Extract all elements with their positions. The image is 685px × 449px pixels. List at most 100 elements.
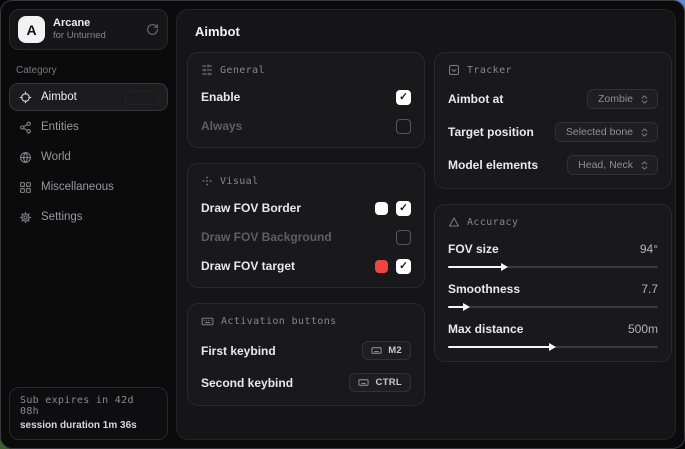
setting-row-second-keybind: Second keybind CTRL xyxy=(201,373,411,392)
screen: A Arcane for Unturned Category Aimbot xyxy=(0,0,685,449)
setting-row-first-keybind: First keybind M2 xyxy=(201,341,411,360)
fov-border-color-swatch[interactable] xyxy=(375,202,388,215)
activation-card: Activation buttons First keybind M2 xyxy=(187,303,425,406)
first-keybind-button[interactable]: M2 xyxy=(362,341,411,360)
sidebar-item-label: Miscellaneous xyxy=(41,181,114,193)
chevrons-up-down-icon xyxy=(639,127,650,138)
sidebar: A Arcane for Unturned Category Aimbot xyxy=(1,1,176,448)
max-distance-value: 500m xyxy=(628,322,658,336)
right-column: Tracker Aimbot at Zombie xyxy=(434,52,672,362)
setting-label: First keybind xyxy=(201,344,276,358)
target-position-select[interactable]: Selected bone xyxy=(555,122,658,142)
gear-icon xyxy=(19,211,32,224)
max-distance-slider[interactable] xyxy=(448,346,658,348)
setting-label: Second keybind xyxy=(201,376,293,390)
slider-fill xyxy=(448,306,464,308)
setting-label: Max distance xyxy=(448,322,523,336)
keyboard-icon xyxy=(358,377,369,388)
grid-icon xyxy=(19,181,32,194)
left-column: General Enable ✓ Always xyxy=(187,52,425,406)
accuracy-card: Accuracy FOV size 94° xyxy=(434,204,672,362)
always-checkbox[interactable] xyxy=(396,119,411,134)
setting-label: Draw FOV target xyxy=(201,259,295,273)
model-elements-select[interactable]: Head, Neck xyxy=(567,155,658,175)
setting-row-model-elements: Model elements Head, Neck xyxy=(448,155,658,175)
chevrons-up-down-icon xyxy=(639,94,650,105)
entities-icon xyxy=(19,121,32,134)
smoothness-slider[interactable] xyxy=(448,306,658,308)
tracker-card: Tracker Aimbot at Zombie xyxy=(434,52,672,189)
fov-target-checkbox[interactable]: ✓ xyxy=(396,259,411,274)
keyboard-icon xyxy=(201,315,214,328)
brand-subtitle: for Unturned xyxy=(53,30,138,42)
keybind-value: CTRL xyxy=(375,377,402,388)
square-chevron-icon xyxy=(448,64,460,76)
brand-card: A Arcane for Unturned xyxy=(9,9,168,50)
dots-icon xyxy=(201,175,213,187)
setting-label: Enable xyxy=(201,90,240,104)
globe-icon xyxy=(19,151,32,164)
second-keybind-button[interactable]: CTRL xyxy=(349,373,411,392)
setting-row-fov-border: Draw FOV Border ✓ xyxy=(201,200,411,216)
brand-title: Arcane xyxy=(53,17,138,31)
sidebar-item-label: Aimbot xyxy=(41,91,77,103)
general-card: General Enable ✓ Always xyxy=(187,52,425,148)
sidebar-item-label: World xyxy=(41,151,71,163)
activation-header: Activation buttons xyxy=(221,316,337,327)
sidebar-item-world[interactable]: World xyxy=(9,143,168,171)
fov-size-slider[interactable] xyxy=(448,266,658,268)
sidebar-item-settings[interactable]: Settings xyxy=(9,203,168,231)
setting-label: Smoothness xyxy=(448,282,520,296)
fov-border-checkbox[interactable]: ✓ xyxy=(396,201,411,216)
refresh-icon[interactable] xyxy=(146,23,159,36)
sidebar-item-entities[interactable]: Entities xyxy=(9,113,168,141)
slider-fill xyxy=(448,266,502,268)
select-value: Head, Neck xyxy=(578,159,633,171)
sidebar-item-label: Settings xyxy=(41,211,83,223)
brand-text: Arcane for Unturned xyxy=(53,17,138,43)
setting-label: Draw FOV Border xyxy=(201,201,301,215)
aimbot-keybind-hint xyxy=(125,91,159,105)
subscription-status-card: Sub expires in 42d 08h session duration … xyxy=(9,387,168,440)
arcane-window: A Arcane for Unturned Category Aimbot xyxy=(0,0,685,449)
max-distance-setting: Max distance 500m xyxy=(448,322,658,348)
fov-target-color-swatch[interactable] xyxy=(375,260,388,273)
triangle-icon xyxy=(448,216,460,228)
sidebar-item-aimbot[interactable]: Aimbot xyxy=(9,83,168,111)
visual-card: Visual Draw FOV Border ✓ Draw FOV Backgr… xyxy=(187,163,425,288)
enable-checkbox[interactable]: ✓ xyxy=(396,90,411,105)
setting-label: Aimbot at xyxy=(448,92,503,106)
keyboard-icon xyxy=(371,345,382,356)
aimbot-at-select[interactable]: Zombie xyxy=(587,89,658,109)
slider-fill xyxy=(448,346,550,348)
setting-label: Always xyxy=(201,119,242,133)
chevrons-up-down-icon xyxy=(639,160,650,171)
smoothness-value: 7.7 xyxy=(641,282,658,296)
setting-row-fov-target: Draw FOV target ✓ xyxy=(201,258,411,274)
setting-row-aimbot-at: Aimbot at Zombie xyxy=(448,89,658,109)
page-title: Aimbot xyxy=(195,24,669,39)
crosshair-icon xyxy=(19,91,32,104)
fov-background-checkbox[interactable] xyxy=(396,230,411,245)
select-value: Selected bone xyxy=(566,126,633,138)
keybind-value: M2 xyxy=(388,345,402,356)
brand-logo: A xyxy=(18,16,45,43)
setting-label: FOV size xyxy=(448,242,499,256)
general-header: General xyxy=(220,65,265,76)
fov-size-value: 94° xyxy=(640,242,658,256)
setting-label: Draw FOV Background xyxy=(201,230,332,244)
accuracy-header: Accuracy xyxy=(467,217,518,228)
setting-label: Model elements xyxy=(448,158,538,172)
fov-size-setting: FOV size 94° xyxy=(448,242,658,268)
sliders-icon xyxy=(201,64,213,76)
setting-row-always: Always xyxy=(201,118,411,134)
category-label: Category xyxy=(16,65,161,76)
session-duration-text: session duration 1m 36s xyxy=(20,420,157,431)
sidebar-item-label: Entities xyxy=(41,121,79,133)
setting-row-fov-background: Draw FOV Background xyxy=(201,229,411,245)
setting-row-enable: Enable ✓ xyxy=(201,89,411,105)
main-panel: Aimbot General Enable ✓ xyxy=(176,9,676,440)
visual-header: Visual xyxy=(220,176,259,187)
tracker-header: Tracker xyxy=(467,65,512,76)
sidebar-item-miscellaneous[interactable]: Miscellaneous xyxy=(9,173,168,201)
